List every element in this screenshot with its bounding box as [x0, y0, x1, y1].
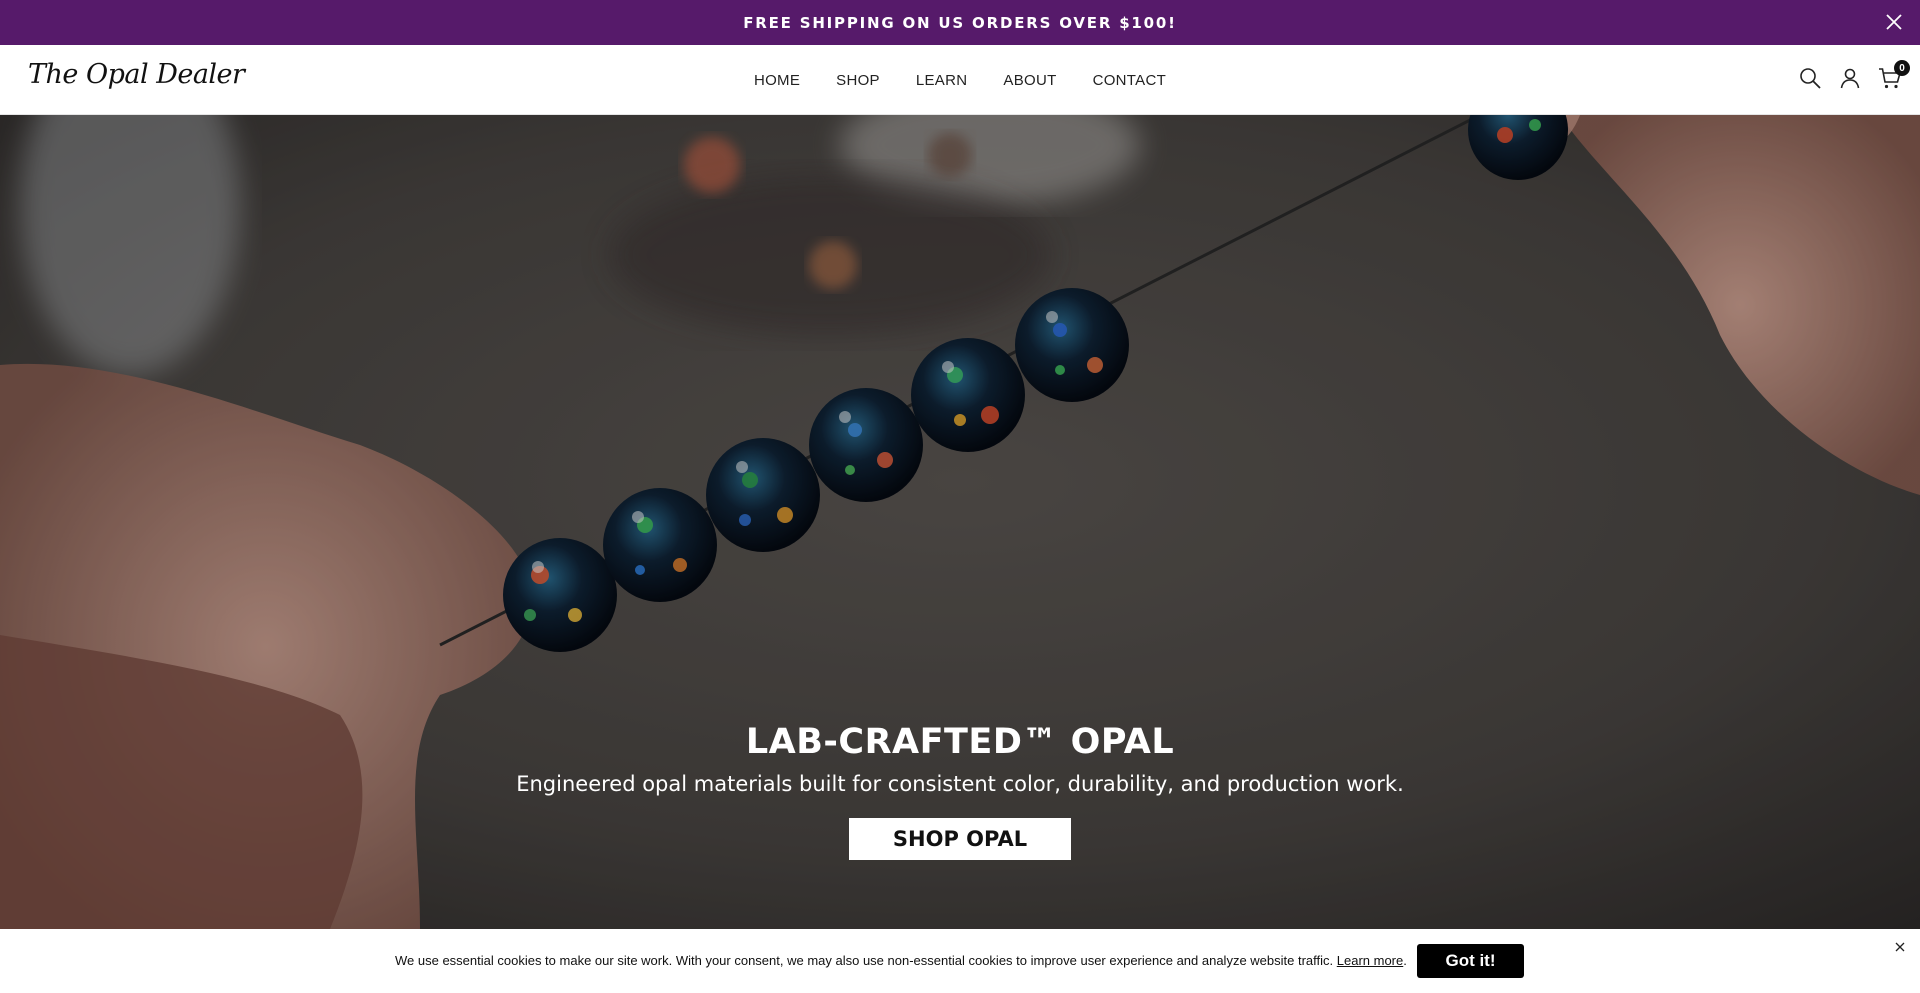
- cookie-text: We use essential cookies to make our sit…: [395, 953, 1334, 968]
- nav-contact[interactable]: CONTACT: [1093, 72, 1166, 89]
- nav-about[interactable]: ABOUT: [1003, 72, 1056, 89]
- cart-count-badge: 0: [1894, 60, 1910, 76]
- announcement-close-button[interactable]: [1882, 10, 1906, 34]
- hero-subtitle: Engineered opal materials built for cons…: [516, 772, 1404, 796]
- shop-opal-button[interactable]: SHOP OPAL: [849, 818, 1071, 860]
- account-icon: [1840, 68, 1860, 89]
- site-logo[interactable]: The Opal Dealer: [28, 59, 245, 90]
- cookie-learn-more-link[interactable]: Learn more: [1337, 953, 1403, 968]
- cookie-message: We use essential cookies to make our sit…: [395, 953, 1407, 968]
- search-icon: [1800, 68, 1821, 89]
- cookie-banner: We use essential cookies to make our sit…: [0, 929, 1920, 993]
- cookie-period: .: [1403, 953, 1407, 968]
- account-button[interactable]: [1838, 66, 1862, 90]
- nav-shop[interactable]: SHOP: [836, 72, 880, 89]
- hero-title: LAB-CRAFTED™ OPAL: [745, 722, 1175, 762]
- close-icon: [1895, 942, 1905, 952]
- cart-button[interactable]: 0: [1878, 60, 1910, 90]
- announcement-bar: FREE SHIPPING ON US ORDERS OVER $100!: [0, 0, 1920, 45]
- close-icon: [1886, 14, 1902, 30]
- cookie-accept-button[interactable]: Got it!: [1417, 944, 1524, 978]
- site-header: The Opal Dealer HOME SHOP LEARN ABOUT CO…: [0, 45, 1920, 115]
- main-nav: HOME SHOP LEARN ABOUT CONTACT: [0, 45, 1920, 115]
- search-button[interactable]: [1798, 66, 1822, 90]
- cookie-close-button[interactable]: [1892, 939, 1908, 955]
- nav-home[interactable]: HOME: [754, 72, 800, 89]
- hero-banner: LAB-CRAFTED™ OPAL Engineered opal materi…: [0, 115, 1920, 929]
- announcement-text: FREE SHIPPING ON US ORDERS OVER $100!: [743, 13, 1177, 32]
- nav-learn[interactable]: LEARN: [916, 72, 968, 89]
